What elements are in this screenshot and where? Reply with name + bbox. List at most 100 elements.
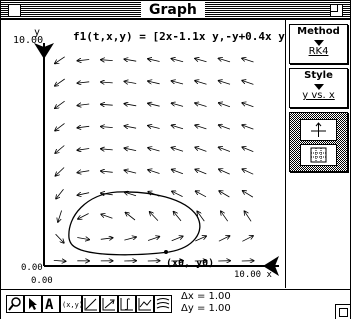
direction-arrow: [77, 126, 90, 128]
step-info: Δx = 1.00 Δy = 1.00: [181, 291, 231, 315]
direction-arrow: [150, 212, 159, 221]
direction-arrow: [77, 104, 90, 106]
direction-arrow: [77, 171, 90, 173]
direction-arrow: [195, 59, 207, 63]
direction-arrow: [101, 104, 113, 105]
direction-arrow: [56, 188, 64, 199]
direction-arrow: [148, 148, 160, 152]
direction-arrow: [101, 60, 113, 61]
graph-window: Graph y 10.00 f1(t,x,y) = [2x-1.1x y,-y+…: [0, 0, 351, 319]
direction-arrow: [242, 236, 253, 242]
text-tool[interactable]: A: [42, 295, 60, 313]
direction-arrow: [124, 104, 137, 106]
direction-arrow: [55, 100, 65, 108]
direction-arrow: [148, 59, 160, 62]
direction-arrow: [148, 126, 160, 129]
direction-arrow: [243, 191, 254, 198]
stack-icon: [156, 298, 170, 309]
direction-arrow: [242, 169, 254, 175]
origin-label: 0.00: [21, 263, 43, 273]
solution-orbit: [68, 191, 201, 256]
coordinates-tool[interactable]: (x,y): [60, 295, 82, 313]
slope-tool[interactable]: [100, 295, 118, 313]
direction-arrow: [77, 238, 89, 240]
direction-arrow: [221, 211, 229, 222]
view-tool-palette: [289, 112, 348, 172]
style-value: y vs. x: [302, 90, 335, 101]
direction-arrow: [55, 123, 65, 130]
direction-arrow: [77, 60, 90, 61]
direction-arrow: [244, 211, 252, 222]
direction-arrow: [195, 81, 207, 85]
direction-arrow: [124, 237, 136, 241]
phase-plot[interactable]: y 10.00 f1(t,x,y) = [2x-1.1x y,-y+0.4x y…: [1, 20, 292, 288]
direction-arrow: [147, 237, 159, 241]
direction-arrow: [101, 171, 113, 172]
direction-arrow: [242, 125, 254, 130]
grid-tool-button[interactable]: [300, 144, 337, 166]
direction-arrow: [53, 260, 66, 261]
direction-arrow: [219, 125, 231, 130]
pointer-tool[interactable]: [24, 295, 42, 313]
zoom-box[interactable]: [330, 4, 343, 17]
direction-arrow: [219, 58, 231, 63]
direction-arrow: [55, 167, 65, 176]
dy-label: Δy = 1.00: [181, 303, 231, 314]
magnify-tool[interactable]: [6, 295, 24, 313]
direction-arrow: [219, 169, 230, 175]
phase-plot-area[interactable]: y 10.00 f1(t,x,y) = [2x-1.1x y,-y+0.4x y…: [1, 20, 292, 288]
direction-arrow: [172, 191, 183, 197]
direction-arrow: [172, 148, 184, 152]
direction-arrow: [171, 59, 184, 63]
grow-box[interactable]: [335, 304, 350, 319]
axes-icon: [311, 122, 326, 137]
direction-field: [53, 56, 254, 262]
direction-arrow: [171, 236, 183, 242]
line-tool[interactable]: [82, 295, 100, 313]
close-box[interactable]: [8, 4, 21, 17]
direction-arrow: [77, 82, 90, 83]
direction-arrow: [124, 59, 137, 61]
coordinates-icon: (x,y): [62, 301, 81, 309]
magnify-icon: [8, 297, 21, 311]
direction-arrow: [77, 149, 90, 151]
direction-arrow: [77, 193, 90, 196]
direction-arrow: [100, 238, 113, 240]
title-bar[interactable]: Graph: [1, 1, 350, 20]
method-value: RK4: [308, 46, 329, 57]
direction-arrow: [148, 81, 160, 84]
direction-arrow: [101, 82, 113, 83]
direction-arrow: [195, 103, 207, 107]
direction-arrow: [219, 81, 231, 85]
direction-arrow: [242, 58, 254, 63]
direction-arrow: [219, 191, 230, 198]
style-selector[interactable]: Style y vs. x: [289, 68, 348, 108]
direction-arrow: [101, 149, 113, 150]
direction-arrow: [78, 213, 89, 220]
direction-arrow: [172, 103, 184, 107]
direction-arrow: [219, 103, 231, 108]
method-label: Method: [297, 26, 340, 37]
method-selector[interactable]: Method RK4: [289, 24, 348, 64]
integral-tool[interactable]: ∫: [118, 295, 136, 313]
direction-arrow: [124, 81, 137, 83]
x-max-label: 10.00 x: [234, 270, 273, 280]
tool-bar: A (x,y) ∫ Δx = 1.00 Δy = 1.00: [1, 289, 350, 319]
grid-icon: [310, 147, 327, 163]
direction-arrow: [242, 81, 254, 85]
svg-text:∫: ∫: [124, 298, 131, 311]
line-icon: [84, 298, 97, 311]
direction-arrow: [124, 148, 137, 151]
stack-tool[interactable]: [154, 295, 172, 313]
graph-tool[interactable]: [136, 295, 154, 313]
direction-arrow: [196, 191, 207, 198]
window-title: Graph: [141, 2, 205, 18]
text-icon: A: [45, 297, 54, 312]
direction-arrow: [242, 103, 254, 108]
direction-arrow: [195, 125, 207, 130]
dx-label: Δx = 1.00: [181, 291, 231, 302]
initial-point-marker[interactable]: [164, 250, 168, 254]
axes-tool-button[interactable]: [300, 119, 337, 141]
style-label: Style: [304, 70, 333, 81]
slope-icon: [102, 298, 115, 311]
